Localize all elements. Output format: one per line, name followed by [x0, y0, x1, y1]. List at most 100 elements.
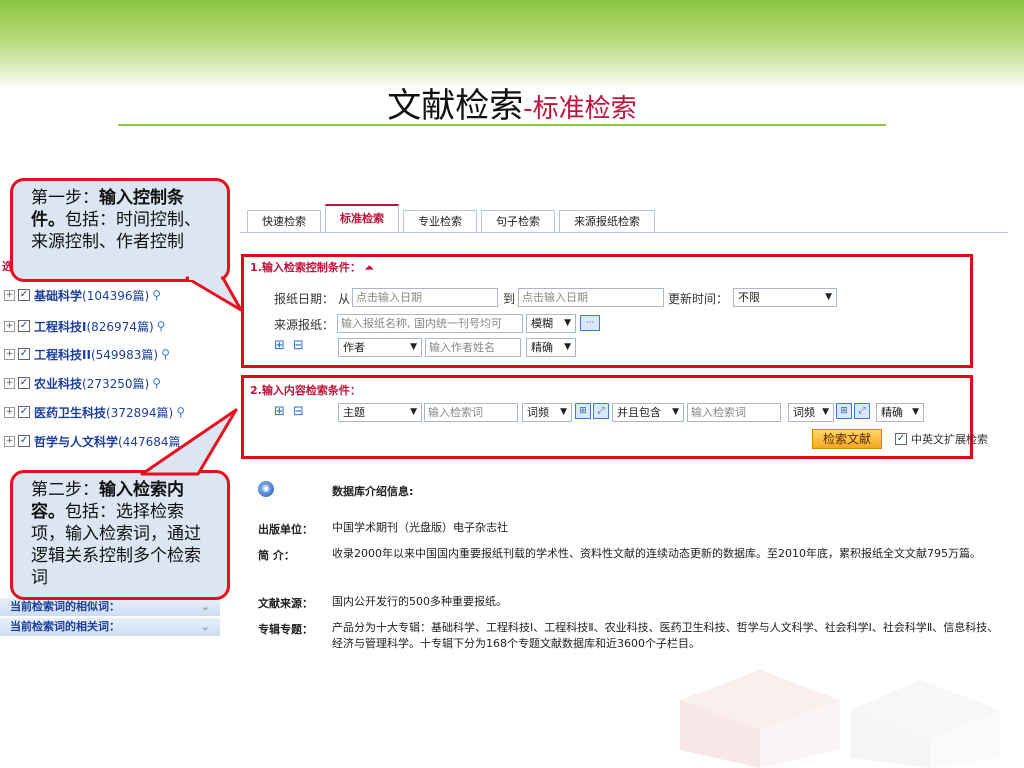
expand-arrows-icon[interactable]: ⤢: [593, 403, 609, 419]
related-words-label: 当前检索词的相关词：: [10, 620, 120, 633]
tab-standard-search[interactable]: 标准检索: [325, 204, 399, 232]
chevron-down-icon: ▼: [672, 407, 679, 417]
tree-item-2[interactable]: + ✓ 工程科技II (549983篇) ⚲: [4, 343, 170, 365]
slide-title-main: 文献检索: [387, 86, 524, 126]
summary-label: 简 介：: [258, 549, 295, 562]
chevron-down-icon: ▼: [410, 407, 417, 417]
tab-source-newspaper-search[interactable]: 来源报纸检索: [559, 210, 655, 232]
frequency-chart-icon[interactable]: ⊞: [575, 403, 591, 419]
tree-item-1[interactable]: + ✓ 工程科技I (826974篇) ⚲: [4, 315, 165, 337]
callout-step2-prefix: 第二步：: [31, 480, 99, 500]
date-from-input[interactable]: 点击输入日期: [352, 288, 498, 307]
expand-search-label: 中英文扩展检索: [911, 433, 988, 446]
callout-step1: 第一步：输入控制条件。包括：时间控制、来源控制、作者控制: [10, 178, 230, 282]
chevron-down-icon: ▼: [825, 292, 832, 302]
chevron-down-icon: ▼: [912, 407, 919, 417]
checkbox-checked-icon[interactable]: ✓: [18, 289, 30, 301]
title-underline: [118, 124, 886, 126]
match-mode-value: 精确: [881, 406, 903, 419]
logic-operator-value: 并且包含: [617, 406, 661, 419]
frequency-value-2: 词频: [793, 406, 815, 419]
related-words-header[interactable]: 当前检索词的相关词： ⌄: [0, 618, 220, 636]
search-tabs: 快速检索 标准检索 专业检索 句子检索 来源报纸检索: [247, 204, 659, 232]
checkbox-checked-icon[interactable]: ✓: [18, 435, 30, 447]
author-field-value: 作者: [343, 341, 365, 354]
match-mode-select[interactable]: 精确 ▼: [876, 403, 924, 422]
search-field-select[interactable]: 主题 ▼: [338, 403, 422, 422]
callout-step2-pointer: [140, 408, 238, 476]
callout-step2: 第二步：输入检索内容。包括：选择检索项，输入检索词，通过逻辑关系控制多个检索词: [10, 470, 230, 600]
source-match-select[interactable]: 模糊 ▼: [526, 314, 576, 333]
callout-step1-pointer: [185, 276, 243, 312]
expand-icon[interactable]: +: [4, 289, 15, 301]
expand-icon[interactable]: +: [4, 406, 15, 418]
expand-icon[interactable]: +: [4, 377, 15, 389]
tab-sentence-search[interactable]: 句子检索: [481, 210, 555, 232]
chevron-down-icon[interactable]: ⌄: [201, 598, 210, 616]
control-section-title-text: 1.输入检索控制条件：: [250, 261, 361, 274]
expand-arrows-icon[interactable]: ⤢: [854, 403, 870, 419]
magnifier-icon[interactable]: ⚲: [152, 376, 161, 390]
to-label: 到: [503, 292, 516, 306]
more-options-icon[interactable]: ···: [580, 315, 600, 331]
decorative-cubes-graphic: [680, 670, 1000, 768]
checkbox-checked-icon[interactable]: ✓: [18, 406, 30, 418]
expand-search-checkbox[interactable]: ✓: [895, 433, 907, 445]
tabs-baseline: [240, 232, 1008, 233]
author-field-select[interactable]: 作者 ▼: [338, 338, 422, 357]
tree-item-0[interactable]: + ✓ 基础科学 (104396篇) ⚲: [4, 284, 161, 306]
search-documents-button[interactable]: 检索文献: [812, 429, 883, 449]
frequency-select-1[interactable]: 词频 ▼: [522, 403, 572, 422]
minus-icon[interactable]: ⊟: [293, 338, 312, 353]
frequency-chart-icon[interactable]: ⊞: [836, 403, 852, 419]
expand-icon[interactable]: +: [4, 320, 15, 332]
checkbox-checked-icon[interactable]: ✓: [18, 320, 30, 332]
source-info-value: 国内公开发行的500多种重要报纸。: [332, 595, 507, 608]
frequency-select-2[interactable]: 词频 ▼: [788, 403, 834, 422]
keyword-input-2[interactable]: 输入检索词: [687, 403, 781, 422]
plus-icon[interactable]: ⊞: [274, 404, 293, 419]
summary-value: 收录2000年以来中国国内重要报纸刊载的学术性、资料性文献的连续动态更新的数据库…: [332, 547, 981, 560]
author-add-remove[interactable]: ⊞⊟: [274, 338, 312, 353]
tree-item-name: 工程科技I: [34, 319, 87, 334]
magnifier-icon[interactable]: ⚲: [157, 319, 166, 333]
update-time-select[interactable]: 不限 ▼: [733, 288, 837, 307]
database-info-heading: 数据库介绍信息:: [332, 485, 414, 498]
search-field-value: 主题: [343, 406, 365, 419]
source-info-label: 文献来源：: [258, 597, 313, 610]
publisher-label: 出版单位：: [258, 523, 313, 536]
chevron-down-icon: ▼: [822, 407, 829, 417]
plus-icon[interactable]: ⊞: [274, 338, 293, 353]
magnifier-icon[interactable]: ⚲: [152, 288, 161, 302]
tree-item-name: 医药卫生科技: [34, 405, 107, 420]
topics-label: 专辑专题：: [258, 623, 313, 636]
date-to-input[interactable]: 点击输入日期: [518, 288, 664, 307]
chevron-down-icon[interactable]: ⌄: [201, 618, 210, 636]
similar-words-header[interactable]: 当前检索词的相似词： ⌄: [0, 598, 220, 616]
globe-icon: ◉: [258, 481, 274, 497]
minus-icon[interactable]: ⊟: [293, 404, 312, 419]
tab-quick-search[interactable]: 快速检索: [247, 210, 321, 232]
tree-item-3[interactable]: + ✓ 农业科技 (273250篇) ⚲: [4, 372, 161, 394]
source-newspaper-input[interactable]: 输入报纸名称, 国内统一刊号均可: [337, 314, 523, 333]
author-match-select[interactable]: 精确 ▼: [526, 338, 576, 357]
content-section-title: 2.输入内容检索条件：: [250, 384, 361, 397]
content-add-remove[interactable]: ⊞⊟: [274, 404, 312, 419]
tab-professional-search[interactable]: 专业检索: [403, 210, 477, 232]
checkbox-checked-icon[interactable]: ✓: [18, 377, 30, 389]
author-match-value: 精确: [531, 341, 553, 354]
expand-icon[interactable]: +: [4, 435, 15, 447]
source-label: 来源报纸：: [274, 318, 335, 332]
tree-item-count: (826974篇): [86, 319, 154, 334]
date-label: 报纸日期：: [274, 292, 335, 306]
keyword-input-1[interactable]: 输入检索词: [424, 403, 518, 422]
chevron-down-icon: ▼: [564, 342, 571, 352]
expand-icon[interactable]: +: [4, 348, 15, 360]
author-name-input[interactable]: 输入作者姓名: [425, 338, 521, 357]
tree-item-count: (549983篇): [90, 347, 159, 362]
slide-title: 文献检索-标准检索: [0, 78, 1024, 127]
collapse-arrow-icon[interactable]: ⏶: [365, 261, 374, 274]
magnifier-icon[interactable]: ⚲: [161, 347, 170, 361]
logic-operator-select[interactable]: 并且包含 ▼: [612, 403, 684, 422]
checkbox-checked-icon[interactable]: ✓: [18, 348, 30, 360]
